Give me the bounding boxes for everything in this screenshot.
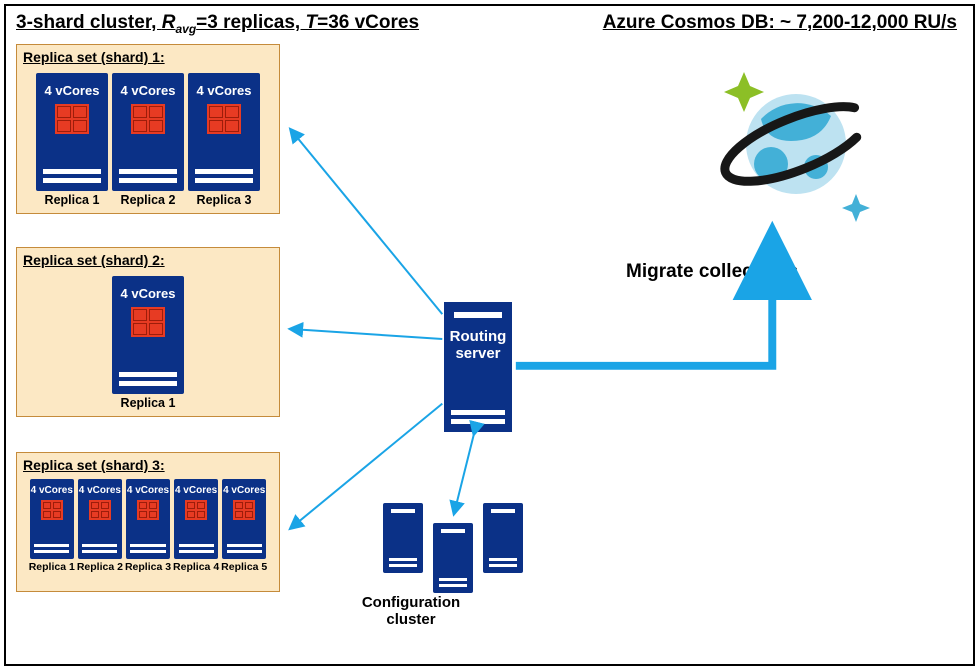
slots-icon [119,169,177,191]
cpu-grid-icon [233,500,255,520]
config-server-3 [483,503,523,573]
cpu-grid-icon [185,500,207,520]
server-icon: 4 vCores [78,479,122,559]
vcore-label: 4 vCores [175,485,217,496]
replica-row: 4 vCores Replica 1 4 vCores Replica 2 4 … [17,473,279,575]
replica: 4 vCores Replica 5 [221,479,267,573]
routing-label: Routing server [450,328,507,363]
cpu-grid-icon [41,500,63,520]
replica: 4 vCores Replica 1 [36,73,108,207]
server-icon: 4 vCores [126,479,170,559]
vcore-label: 4 vCores [45,83,100,98]
shard-title: Replica set (shard) 1: [17,45,279,65]
slots-icon [179,544,214,559]
replica: 4 vCores Replica 1 [112,276,184,410]
slots-icon [34,544,69,559]
arrow-routing-to-shard2 [291,329,442,339]
vcore-label: 4 vCores [127,485,169,496]
shard-panel-3: Replica set (shard) 3: 4 vCores Replica … [16,452,280,592]
diagram-canvas: 3-shard cluster, Ravg=3 replicas, T=36 v… [4,4,975,666]
arrow-migrate [516,237,772,366]
vcore-label: 4 vCores [197,83,252,98]
slots-icon [82,544,117,559]
title-left: 3-shard cluster, Ravg=3 replicas, T=36 v… [16,12,419,36]
replica-row: 4 vCores Replica 1 4 vCores Replica 2 4 … [17,65,279,211]
cpu-grid-icon [131,307,165,337]
config-cluster-label: Configuration cluster [336,594,486,629]
slots-icon [227,544,262,559]
server-icon: 4 vCores [112,73,184,191]
replica-label: Replica 3 [197,193,252,207]
replica: 4 vCores Replica 3 [125,479,171,573]
server-icon: 4 vCores [222,479,266,559]
slots-icon [130,544,165,559]
slot-icon [454,312,502,318]
shard-panel-2: Replica set (shard) 2: 4 vCores Replica … [16,247,280,417]
replica-label: Replica 3 [125,561,171,573]
title-right: Azure Cosmos DB: ~ 7,200-12,000 RU/s [603,12,957,34]
replica-label: Replica 5 [221,561,267,573]
vcore-label: 4 vCores [223,485,265,496]
replica: 4 vCores Replica 4 [173,479,219,573]
slots-icon [451,410,505,432]
vcore-label: 4 vCores [31,485,73,496]
replica-label: Replica 2 [77,561,123,573]
replica-label: Replica 1 [45,193,100,207]
server-icon: 4 vCores [30,479,74,559]
replica: 4 vCores Replica 3 [188,73,260,207]
vcore-label: 4 vCores [121,83,176,98]
cpu-grid-icon [131,104,165,134]
cosmos-db-icon [706,64,876,234]
cpu-grid-icon [137,500,159,520]
vcore-label: 4 vCores [121,286,176,301]
cpu-grid-icon [89,500,111,520]
arrow-routing-to-shard1 [291,130,442,314]
shard-title: Replica set (shard) 2: [17,248,279,268]
slots-icon [43,169,101,191]
shard-title: Replica set (shard) 3: [17,453,279,473]
replica: 4 vCores Replica 2 [77,479,123,573]
cpu-grid-icon [207,104,241,134]
replica-label: Replica 1 [29,561,75,573]
replica-label: Replica 2 [121,193,176,207]
replica-label: Replica 1 [121,396,176,410]
config-server-1 [383,503,423,573]
routing-server: Routing server [444,302,512,432]
config-server-2 [433,523,473,593]
replica: 4 vCores Replica 1 [29,479,75,573]
replica: 4 vCores Replica 2 [112,73,184,207]
server-icon: 4 vCores [36,73,108,191]
vcore-label: 4 vCores [79,485,121,496]
server-icon: 4 vCores [174,479,218,559]
replica-row: 4 vCores Replica 1 [17,268,279,414]
server-icon: 4 vCores [112,276,184,394]
slots-icon [119,372,177,394]
server-icon: 4 vCores [188,73,260,191]
cpu-grid-icon [55,104,89,134]
slots-icon [195,169,253,191]
migrate-label: Migrate collections [626,261,798,283]
replica-label: Replica 4 [173,561,219,573]
arrow-routing-config [454,433,474,513]
shard-panel-1: Replica set (shard) 1: 4 vCores Replica … [16,44,280,214]
